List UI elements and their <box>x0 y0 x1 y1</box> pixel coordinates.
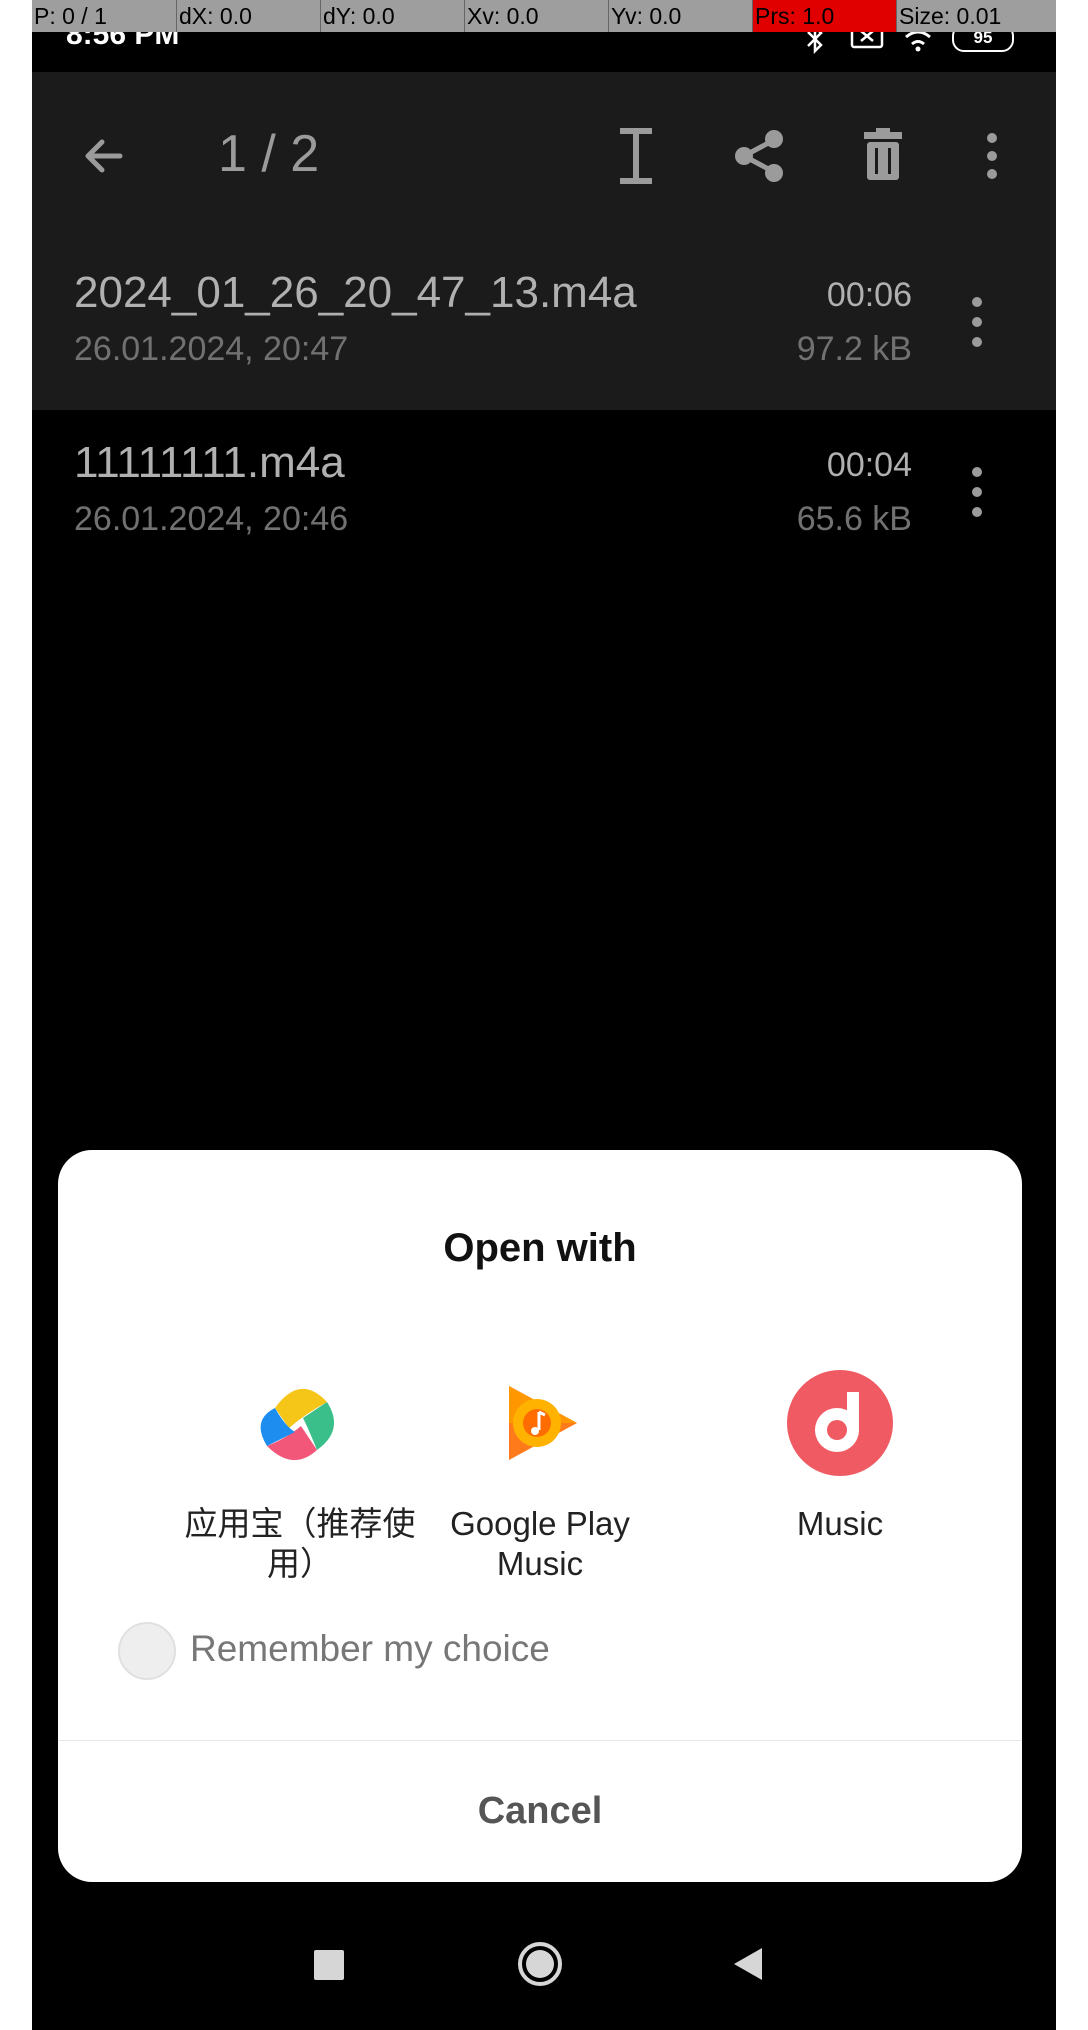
recents-square-icon[interactable] <box>314 1950 344 1980</box>
open-with-dialog: Open with 应用宝（推荐使用） Google Play Music Mu… <box>58 1150 1022 1882</box>
music-icon <box>787 1370 893 1476</box>
remember-choice-label: Remember my choice <box>190 1628 550 1669</box>
app-option-music[interactable]: Music <box>710 1368 970 1544</box>
app-option-label: 应用宝（推荐使用） <box>184 1505 416 1582</box>
debug-dy: dY: 0.0 <box>320 0 465 32</box>
phone-screen: 8:56 PM 95 P: 0 / 1 dX: 0.0 dY: 0.0 Xv: … <box>32 0 1056 2030</box>
yingyongbao-icon <box>260 1388 335 1461</box>
cancel-button[interactable]: Cancel <box>58 1741 1022 1882</box>
app-option-label: Google Play Music <box>450 1505 630 1582</box>
app-option-yingyongbao[interactable]: 应用宝（推荐使用） <box>170 1368 430 1584</box>
debug-dx: dX: 0.0 <box>176 0 321 32</box>
google-play-music-icon <box>509 1386 577 1460</box>
debug-pointer: P: 0 / 1 <box>34 3 107 29</box>
debug-size: Size: 0.01 <box>896 0 1056 32</box>
dialog-title: Open with <box>443 1226 637 1270</box>
app-option-label: Music <box>796 1505 884 1542</box>
remember-choice-radio[interactable] <box>118 1622 176 1680</box>
navigation-bar <box>32 1900 1056 2030</box>
back-triangle-icon[interactable] <box>732 1946 764 1982</box>
debug-xv: Xv: 0.0 <box>464 0 609 32</box>
pointer-debug-overlay: P: 0 / 1 dX: 0.0 dY: 0.0 Xv: 0.0 Yv: 0.0… <box>32 0 1056 32</box>
app-option-google-play-music[interactable]: Google Play Music <box>410 1368 670 1584</box>
debug-yv: Yv: 0.0 <box>608 0 753 32</box>
home-circle-icon[interactable] <box>516 1940 564 1988</box>
debug-pressure: Prs: 1.0 <box>752 0 897 32</box>
